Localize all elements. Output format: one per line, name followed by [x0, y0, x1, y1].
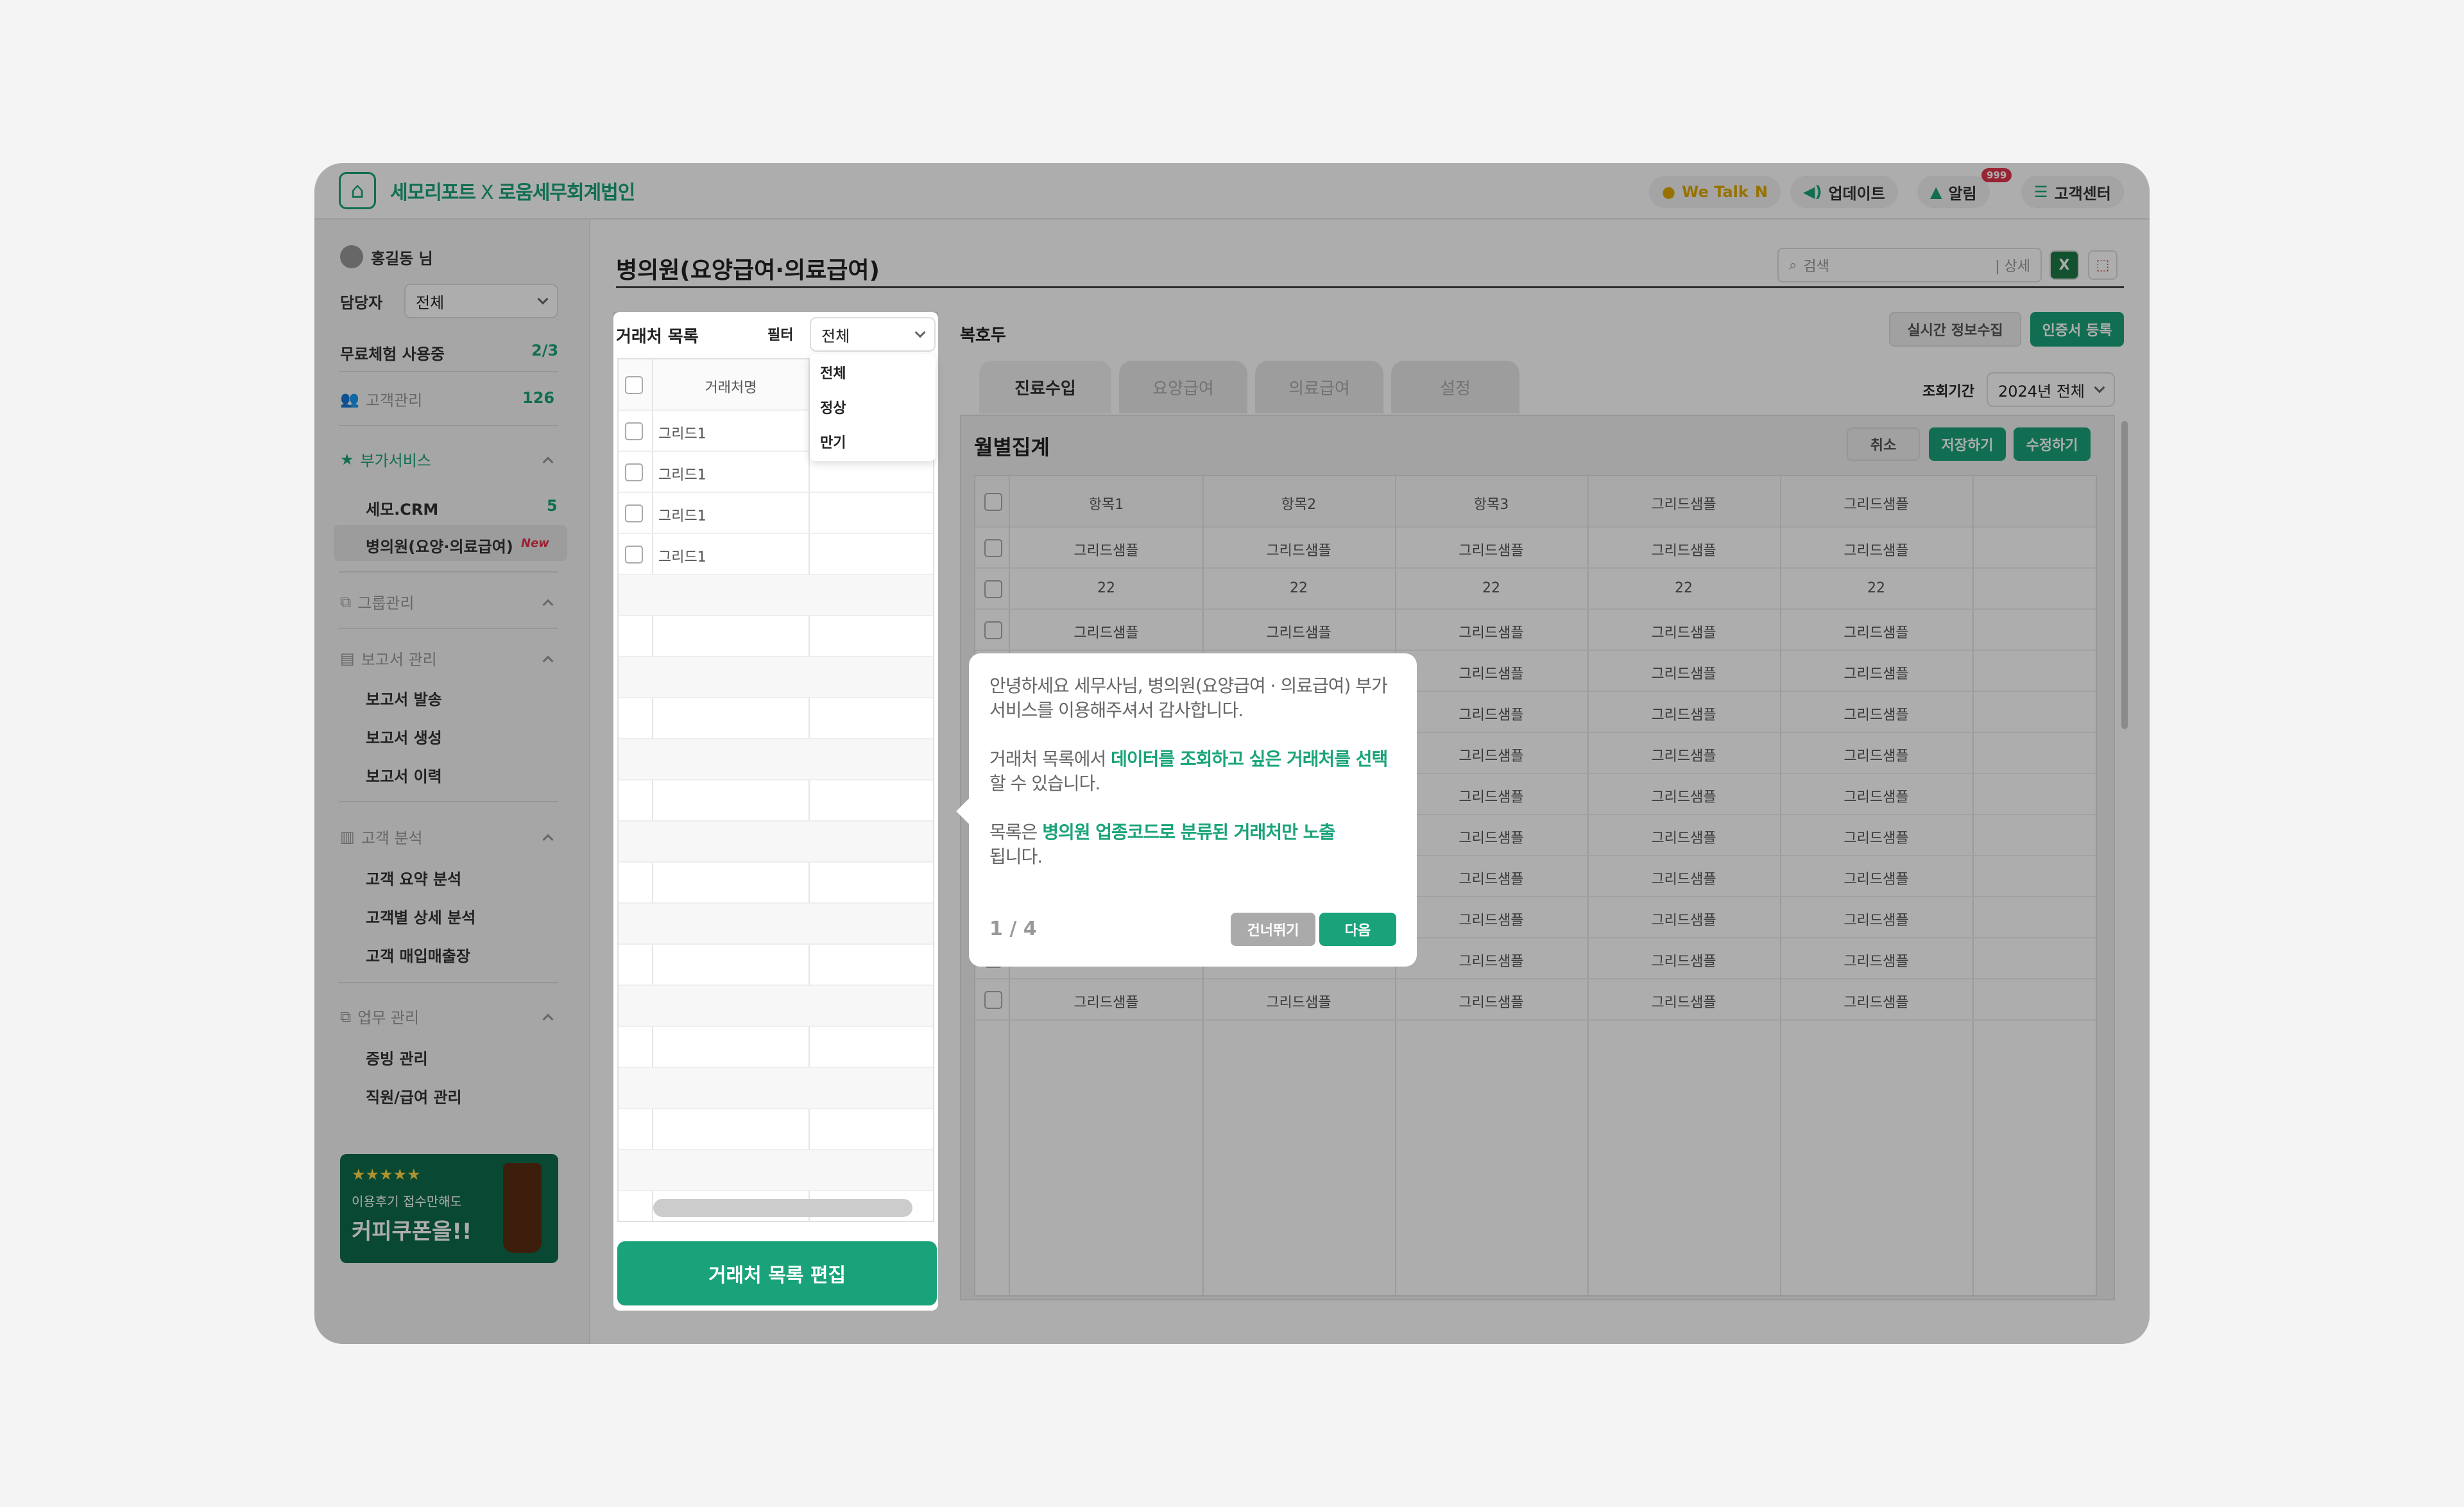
filter-option-normal[interactable]: 정상 — [820, 397, 846, 417]
filter-select[interactable]: 전체 — [810, 317, 936, 352]
filter-dropdown-menu: 전체 정상 만기 — [810, 354, 936, 461]
empty-row — [619, 1150, 933, 1191]
client-name: 그리드1 — [658, 467, 706, 483]
tooltip-text-2: 거래처 목록에서 데이터를 조회하고 싶은 거래처를 선택할 수 있습니다. — [989, 747, 1396, 796]
empty-row — [619, 780, 933, 822]
empty-row — [619, 986, 933, 1027]
filter-option-all[interactable]: 전체 — [820, 362, 846, 383]
col-header-client: 거래처명 — [705, 380, 757, 396]
empty-row — [619, 863, 933, 904]
empty-row — [619, 945, 933, 986]
empty-row — [619, 1068, 933, 1109]
edit-client-list-button[interactable]: 거래처 목록 편집 — [617, 1241, 937, 1305]
filter-option-expired[interactable]: 만기 — [820, 431, 846, 452]
tooltip-text-1: 안녕하세요 세무사님, 병의원(요양급여 · 의료급여) 부가서비스를 이용해주… — [989, 675, 1388, 721]
empty-row — [619, 739, 933, 780]
table-row[interactable]: 그리드1 — [619, 493, 933, 534]
empty-row — [619, 904, 933, 945]
tooltip-text-3c: 됩니다. — [989, 846, 1043, 867]
filter-value: 전체 — [821, 327, 850, 345]
skip-button[interactable]: 건너뛰기 — [1231, 913, 1315, 946]
empty-row — [619, 575, 933, 616]
row-checkbox[interactable] — [625, 463, 643, 481]
row-checkbox[interactable] — [625, 422, 643, 440]
client-name: 그리드1 — [658, 549, 706, 565]
client-name: 그리드1 — [658, 426, 706, 442]
client-grid: 거래처명 그리드1 그리드1 그리드1 그리드1 — [617, 358, 934, 1222]
tooltip-text-3: 목록은 병의원 업종코드로 분류된 거래처만 노출됩니다. — [989, 820, 1349, 869]
empty-row — [619, 822, 933, 863]
app-window: ⌂ 세모리포트 X 로움세무회계법인 ● We Talk N ◀) 업데이트 ▲ 알림 99… — [314, 163, 2150, 1344]
row-checkbox[interactable] — [625, 546, 643, 564]
onboarding-tooltip: 안녕하세요 세무사님, 병의원(요양급여 · 의료급여) 부가서비스를 이용해주… — [956, 653, 1417, 967]
next-button[interactable]: 다음 — [1319, 913, 1396, 946]
client-name: 그리드1 — [658, 508, 706, 524]
select-all-checkbox[interactable] — [625, 376, 643, 394]
tooltip-step: 1 / 4 — [989, 918, 1037, 940]
client-list-title: 거래처 목록 — [616, 327, 699, 347]
tooltip-text-2c: 할 수 있습니다. — [989, 773, 1100, 794]
empty-row — [619, 657, 933, 698]
empty-row — [619, 1109, 933, 1150]
empty-row — [619, 616, 933, 657]
empty-row — [619, 1027, 933, 1068]
horizontal-scrollbar[interactable] — [653, 1199, 912, 1217]
tooltip-text-3a: 목록은 — [989, 822, 1043, 843]
filter-label: 필터 — [767, 327, 794, 343]
chevron-down-icon — [914, 327, 926, 338]
row-checkbox[interactable] — [625, 504, 643, 522]
highlighted-client-list: 거래처 목록 필터 전체 거래처명 그리드1 그리드1 그리드1 그리드1 거래… — [613, 312, 938, 1311]
tooltip-text-2a: 거래처 목록에서 — [989, 748, 1111, 770]
table-row[interactable]: 그리드1 — [619, 534, 933, 575]
tooltip-text-3b: 병의원 업종코드로 분류된 거래처만 노출 — [1042, 822, 1335, 843]
tooltip-text-2b: 데이터를 조회하고 싶은 거래처를 선택 — [1111, 748, 1388, 770]
empty-row — [619, 698, 933, 739]
